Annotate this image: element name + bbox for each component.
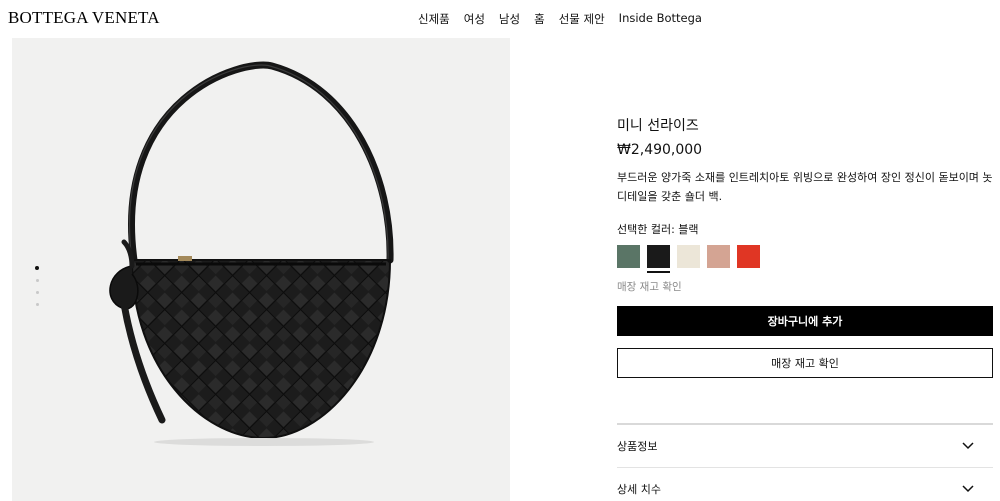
color-swatch-green[interactable]: [617, 245, 640, 268]
nav-item-gifts[interactable]: 선물 제안: [559, 11, 605, 27]
main-nav: 신제품 여성 남성 홈 선물 제안 Inside Bottega: [418, 11, 702, 27]
product-gallery[interactable]: [12, 38, 510, 501]
accordion-label: 상세 치수: [617, 483, 661, 496]
nav-item-inside-bottega[interactable]: Inside Bottega: [619, 11, 702, 27]
color-swatches: [617, 245, 994, 273]
product-description: 부드러운 양가죽 소재를 인트레치아토 위빙으로 완성하여 장인 정신이 돋보이…: [617, 171, 993, 203]
bag-body: [130, 259, 392, 440]
product-accordion: 상품정보 상세 치수: [617, 423, 993, 501]
product-price: ₩2,490,000: [617, 142, 703, 158]
product-title: 미니 선라이즈: [617, 118, 699, 134]
gallery-dot[interactable]: [35, 279, 39, 282]
site-header: BOTTEGA VENETA 신제품 여성 남성 홈 선물 제안 Inside …: [0, 0, 1000, 38]
nav-item-new[interactable]: 신제품: [418, 11, 450, 27]
chevron-down-icon[interactable]: [961, 482, 975, 496]
bag-strap: [128, 61, 394, 264]
selected-color-label: 선택한 컬러: 블랙: [617, 223, 699, 236]
gallery-dot[interactable]: [35, 291, 39, 294]
gallery-dot[interactable]: [35, 303, 39, 306]
color-swatch-pink[interactable]: [707, 245, 730, 268]
brand-logo[interactable]: BOTTEGA VENETA: [8, 8, 160, 28]
product-info: 미니 선라이즈 ₩2,490,000 부드러운 양가죽 소재를 인트레치아토 위…: [617, 115, 994, 378]
gallery-pagination: [35, 266, 39, 306]
accordion-dimensions[interactable]: 상세 치수: [617, 468, 993, 501]
accordion-product-info[interactable]: 상품정보: [617, 425, 993, 468]
nav-item-home[interactable]: 홈: [534, 11, 545, 27]
gallery-dot-active[interactable]: [35, 266, 39, 270]
color-swatch-cream[interactable]: [677, 245, 700, 268]
nav-item-men[interactable]: 남성: [499, 11, 520, 27]
color-swatch-black[interactable]: [647, 245, 670, 273]
product-image: [109, 61, 394, 446]
nav-item-women[interactable]: 여성: [464, 11, 485, 27]
color-swatch-red[interactable]: [737, 245, 760, 268]
store-stock-link[interactable]: 매장 재고 확인: [617, 279, 994, 294]
chevron-down-icon[interactable]: [961, 439, 975, 453]
check-store-stock-button[interactable]: 매장 재고 확인: [617, 348, 993, 378]
accordion-label: 상품정보: [617, 440, 658, 453]
add-to-cart-button[interactable]: 장바구니에 추가: [617, 306, 993, 336]
